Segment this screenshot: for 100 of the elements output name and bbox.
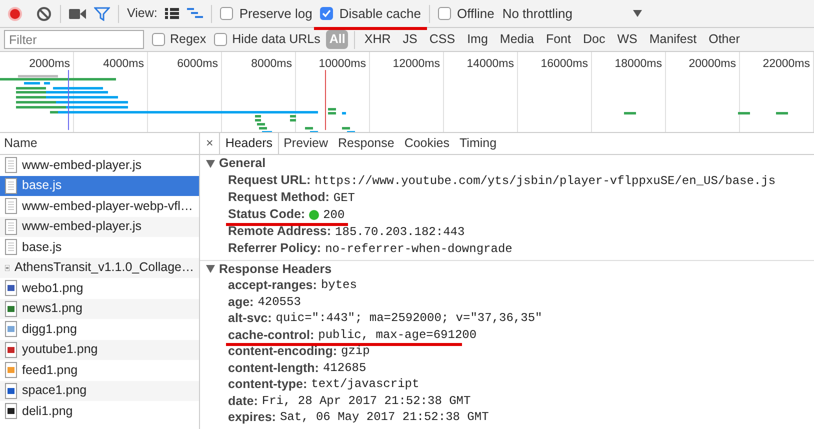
- header-value: 185.70.203.182:443: [335, 226, 465, 238]
- request-name: base.js: [22, 177, 62, 194]
- panel-tab[interactable]: Headers: [219, 133, 279, 154]
- request-row[interactable]: www-embed-player.js: [0, 216, 199, 237]
- header-name: Referrer Policy:: [228, 242, 322, 255]
- expand-triangle-icon[interactable]: [206, 265, 215, 273]
- request-name: youtube1.png: [22, 341, 98, 358]
- record-button[interactable]: [8, 6, 22, 20]
- header-name: alt-svc:: [228, 312, 272, 324]
- request-name: feed1.png: [22, 362, 78, 379]
- type-filter-button[interactable]: CSS: [426, 30, 458, 49]
- request-name: news1.png: [22, 300, 82, 318]
- request-name: base.js: [22, 238, 62, 256]
- header-value: 200: [323, 208, 345, 220]
- checkbox-label: Disable cache: [339, 4, 421, 23]
- type-filter-button[interactable]: Media: [496, 30, 537, 49]
- time-tick-label: 16000ms: [540, 57, 588, 70]
- section-header[interactable]: General: [219, 157, 266, 170]
- header-value: text/javascript: [311, 378, 420, 390]
- request-row[interactable]: news1.png: [0, 298, 199, 319]
- type-filter-button[interactable]: WS: [614, 30, 640, 49]
- panel-tab[interactable]: Timing: [454, 133, 502, 154]
- header-value: 412685: [322, 362, 366, 374]
- checkbox[interactable]: [152, 33, 165, 46]
- close-button[interactable]: ×: [200, 134, 220, 153]
- type-filter-button[interactable]: Manifest: [646, 30, 700, 49]
- time-tick-label: 2000ms: [29, 57, 70, 70]
- image-file-icon[interactable]: [5, 403, 17, 420]
- header-value: Fri, 28 Apr 2017 21:52:38 GMT: [262, 394, 471, 407]
- type-filter-button[interactable]: Img: [464, 30, 491, 49]
- image-file-icon[interactable]: [5, 382, 17, 399]
- view-label: View:: [127, 5, 158, 22]
- request-row[interactable]: AthensTransit_v1.1.0_Collage…: [0, 258, 199, 278]
- checkbox[interactable]: [220, 7, 234, 20]
- header-name: cache-control:: [228, 328, 314, 341]
- checkbox[interactable]: [214, 33, 228, 46]
- file-icon[interactable]: [5, 178, 17, 194]
- list-view-icon[interactable]: [165, 8, 180, 19]
- request-row[interactable]: base.js: [0, 176, 199, 196]
- file-icon[interactable]: [5, 218, 17, 235]
- header-name: age:: [228, 296, 254, 308]
- expand-triangle-icon[interactable]: [206, 160, 215, 168]
- clear-icon[interactable]: [36, 6, 52, 22]
- file-icon[interactable]: [5, 198, 17, 214]
- filter-field[interactable]: Filter: [4, 30, 144, 49]
- request-row[interactable]: space1.png: [0, 380, 199, 401]
- checkbox[interactable]: [320, 7, 334, 20]
- waterfall-view-icon[interactable]: [187, 8, 204, 20]
- type-filter-button[interactable]: XHR: [361, 30, 394, 49]
- checkbox-label: Preserve log: [239, 4, 312, 23]
- panel-tab[interactable]: Preview: [278, 133, 334, 154]
- checkbox[interactable]: [438, 7, 451, 20]
- header-name: accept-ranges:: [228, 279, 317, 292]
- column-header: Name: [4, 135, 38, 152]
- header-name: date:: [228, 394, 258, 407]
- video-camera-icon[interactable]: [69, 8, 86, 20]
- header-name: content-length:: [228, 362, 319, 374]
- type-filter-button[interactable]: Font: [542, 30, 574, 49]
- header-name: Request Method:: [228, 191, 330, 204]
- request-row[interactable]: youtube1.png: [0, 340, 199, 360]
- time-tick-label: 8000ms: [251, 57, 292, 70]
- time-tick-label: 20000ms: [688, 57, 736, 70]
- header-value: public, max-age=691200: [318, 328, 477, 341]
- type-filter-button[interactable]: Doc: [580, 30, 608, 49]
- time-tick-label: 12000ms: [392, 57, 440, 70]
- file-icon[interactable]: [5, 157, 17, 174]
- header-name: expires:: [228, 411, 276, 424]
- header-name: Remote Address:: [228, 225, 332, 238]
- dropdown-arrow-icon[interactable]: [633, 10, 642, 17]
- checkbox-label: Hide data URLs: [232, 31, 320, 48]
- panel-tab[interactable]: Response: [333, 133, 400, 154]
- header-value: gzip: [341, 345, 370, 358]
- request-name: webo1.png: [22, 280, 84, 297]
- checkbox-label: Regex: [170, 31, 206, 48]
- time-tick-label: 18000ms: [614, 57, 662, 70]
- header-value: bytes: [320, 279, 357, 292]
- type-filter-button[interactable]: Other: [706, 30, 743, 49]
- header-value: no-referrer-when-downgrade: [325, 242, 512, 254]
- header-name: Request URL:: [228, 174, 311, 187]
- header-name: content-type:: [228, 378, 308, 390]
- section-header[interactable]: Response Headers: [219, 262, 332, 276]
- header-value: 420553: [258, 296, 301, 308]
- time-tick-label: 10000ms: [318, 57, 366, 70]
- file-icon[interactable]: [5, 239, 17, 256]
- panel-tab[interactable]: Cookies: [399, 133, 454, 154]
- image-file-icon[interactable]: [5, 280, 17, 296]
- header-value: GET: [333, 192, 355, 204]
- throttling-dropdown[interactable]: No throttling: [502, 4, 642, 24]
- filter-icon[interactable]: [94, 6, 110, 20]
- header-value: Sat, 06 May 2017 21:52:38 GMT: [280, 411, 489, 424]
- header-value: https://www.youtube.com/yts/jsbin/player-vflppxuSE/en_US/base.js: [314, 174, 776, 186]
- request-name: www-embed-player-webp-vfl…: [22, 198, 193, 215]
- type-filter-button[interactable]: JS: [400, 30, 420, 49]
- time-tick-label: 6000ms: [177, 57, 218, 70]
- header-name: content-encoding:: [228, 345, 338, 358]
- request-name: AthensTransit_v1.1.0_Collage…: [14, 259, 194, 276]
- time-tick-label: 22000ms: [762, 57, 810, 70]
- header-name: Status Code:: [228, 208, 306, 221]
- header-value: quic=":443"; ma=2592000; v="37,36,35": [276, 312, 542, 324]
- request-name: space1.png: [22, 382, 87, 400]
